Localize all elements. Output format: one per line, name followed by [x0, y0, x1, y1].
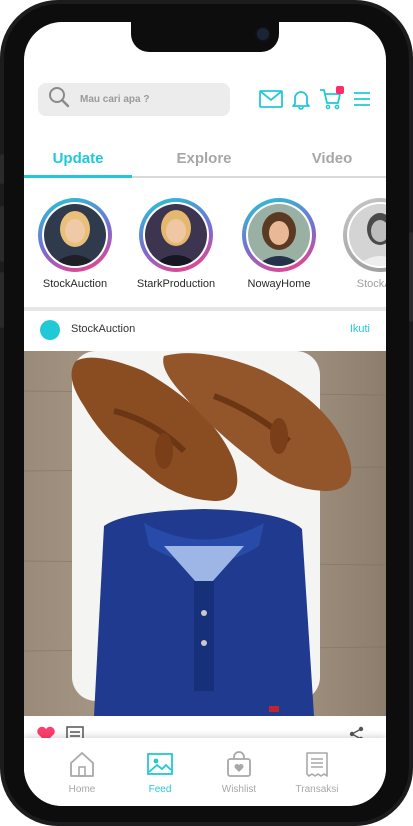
nav-label: Wishlist [221, 784, 257, 795]
avatar [145, 204, 207, 266]
cart-badge [336, 86, 344, 94]
story-item[interactable]: StockAuc [330, 198, 386, 290]
phone-frame: Update Explore Video StockAuction [0, 0, 413, 826]
nav-label: Transaksi [295, 784, 339, 795]
mail-icon[interactable] [258, 86, 284, 112]
tab-update[interactable]: Update [24, 140, 132, 176]
feed-tabs: Update Explore Video [24, 140, 386, 178]
search-bar[interactable] [38, 83, 230, 116]
nav-wishlist[interactable]: Wishlist [203, 738, 275, 806]
stories-row: StockAuction StarkProduction NowayHome S… [24, 192, 386, 302]
story-name: StockAuc [356, 278, 386, 290]
post-image[interactable] [24, 351, 386, 716]
bottom-navigation: Home Feed Wishlist Transaksi [24, 738, 386, 806]
avatar [248, 204, 310, 266]
post-username[interactable]: StockAuction [71, 323, 135, 335]
story-name: StarkProduction [136, 278, 216, 290]
avatar [44, 204, 106, 266]
nav-label: Home [68, 784, 96, 795]
story-name: NowayHome [247, 278, 311, 290]
receipt-icon [281, 750, 353, 780]
app-screen: Update Explore Video StockAuction [24, 22, 386, 806]
post-header: StockAuction Ikuti [24, 312, 386, 348]
search-icon [48, 86, 70, 113]
home-icon [46, 750, 118, 780]
notch [131, 22, 279, 52]
menu-icon[interactable] [349, 86, 375, 112]
avatar [349, 204, 386, 266]
section-divider [24, 307, 386, 311]
cart-icon[interactable] [318, 86, 344, 112]
front-camera [255, 26, 271, 42]
story-ring [139, 198, 213, 272]
nav-label: Feed [148, 784, 172, 795]
nav-feed[interactable]: Feed [124, 738, 196, 806]
tab-explore[interactable]: Explore [144, 140, 264, 176]
bag-icon [203, 750, 275, 780]
tab-video[interactable]: Video [272, 140, 386, 176]
story-item[interactable]: NowayHome [229, 198, 329, 290]
image-icon [124, 750, 196, 780]
story-name: StockAuction [42, 278, 108, 290]
post-avatar[interactable] [40, 320, 60, 340]
nav-home[interactable]: Home [46, 738, 118, 806]
story-ring [242, 198, 316, 272]
story-ring [38, 198, 112, 272]
search-input[interactable] [78, 93, 212, 106]
nav-transaksi[interactable]: Transaksi [281, 738, 353, 806]
bell-icon[interactable] [288, 86, 314, 112]
active-tab-indicator [24, 175, 132, 178]
story-item[interactable]: StockAuction [25, 198, 125, 290]
follow-button[interactable]: Ikuti [350, 323, 370, 335]
power-button [409, 232, 413, 322]
story-item[interactable]: StarkProduction [126, 198, 226, 290]
story-ring [343, 198, 386, 272]
